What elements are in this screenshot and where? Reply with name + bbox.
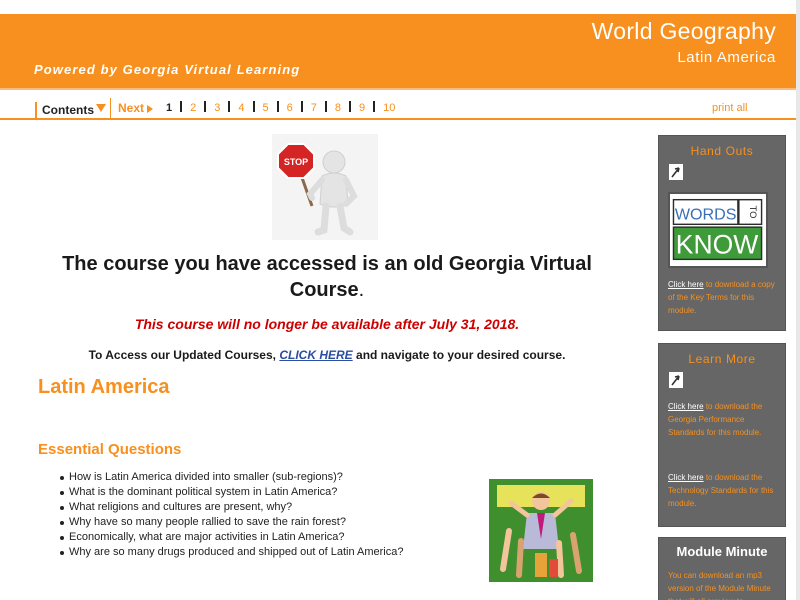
access-suffix: and navigate to your desired course. — [356, 348, 566, 362]
gps-click-here-link[interactable]: Click here — [668, 402, 704, 411]
access-prefix: To Access our Updated Courses, — [88, 348, 276, 362]
old-course-notice: The course you have accessed is an old G… — [40, 251, 614, 303]
availability-warning: This course will no longer be available … — [134, 316, 520, 332]
page-links: 1 2 3 4 5 6 7 8 9 10 — [166, 101, 395, 114]
stop-sign-figure: STOP — [272, 134, 378, 240]
header-divider — [0, 88, 796, 90]
nav-divider — [0, 118, 796, 120]
course-title: World Geography — [591, 18, 776, 44]
next-button[interactable]: Next — [118, 101, 144, 115]
powered-by-text: Powered by Georgia Virtual Learning — [34, 62, 301, 77]
page-link-1[interactable]: 1 — [166, 102, 172, 114]
page-separator — [228, 101, 231, 112]
page-link-2[interactable]: 2 — [190, 102, 196, 114]
handouts-title: Hand Outs — [690, 144, 754, 158]
window-scrollbar[interactable] — [796, 0, 800, 600]
cursor-icon — [669, 372, 683, 388]
page-link-10[interactable]: 10 — [383, 102, 395, 114]
click-here-link[interactable]: CLICK HERE — [279, 348, 352, 362]
page-link-9[interactable]: 9 — [359, 102, 365, 114]
chevron-down-icon[interactable] — [96, 104, 106, 112]
gps-description: Click here to download the Georgia Perfo… — [668, 402, 763, 437]
page-link-4[interactable]: 4 — [238, 102, 244, 114]
cursor-icon — [669, 164, 683, 180]
tech-standards-description: Click here to download the Technology St… — [668, 473, 774, 508]
stop-sign-label: STOP — [284, 157, 308, 167]
print-all-link[interactable]: print all — [712, 102, 747, 114]
module-minute-panel: Module Minute You can download an mp3 ve… — [658, 537, 786, 600]
contents-dropdown[interactable]: Contents — [42, 103, 94, 117]
handouts-panel: Hand Outs WORDS TO KNOW Click here to do… — [658, 135, 786, 331]
list-item: How is Latin America divided into smalle… — [59, 470, 403, 485]
learn-more-title: Learn More — [688, 352, 756, 366]
essential-questions-title: Essential Questions — [38, 441, 182, 458]
svg-text:KNOW: KNOW — [676, 230, 759, 260]
notice-title-period: . — [358, 279, 365, 301]
list-item: What religions and cultures are present,… — [59, 500, 403, 515]
notice-title-text: The course you have accessed is an old G… — [62, 253, 592, 301]
page-separator — [276, 101, 279, 112]
list-item: What is the dominant political system in… — [59, 485, 403, 500]
module-minute-title: Module Minute — [676, 544, 768, 559]
page-link-8[interactable]: 8 — [335, 102, 341, 114]
page-separator — [252, 101, 255, 112]
list-item: Why have so many people rallied to save … — [59, 515, 403, 530]
page-link-5[interactable]: 5 — [263, 102, 269, 114]
course-subtitle: Latin America — [677, 49, 776, 66]
page-separator — [373, 101, 376, 112]
raised-hands-illustration — [489, 479, 593, 582]
tech-click-here-link[interactable]: Click here — [668, 473, 704, 482]
page-link-6[interactable]: 6 — [287, 102, 293, 114]
site-header: World Geography Latin America Powered by… — [0, 14, 796, 88]
nav-separator — [110, 98, 111, 118]
list-item: Why are so many drugs produced and shipp… — [59, 546, 404, 558]
essential-questions-list: How is Latin America divided into smalle… — [59, 470, 404, 560]
page-separator — [324, 101, 327, 112]
svg-text:TO: TO — [747, 206, 758, 219]
page-separator — [300, 101, 303, 112]
page-separator — [204, 101, 207, 112]
handouts-description: Click here to download a copy of the Key… — [668, 280, 775, 315]
module-minute-description: You can download an mp3 version of the M… — [668, 571, 771, 600]
list-item: Economically, what are major activities … — [59, 530, 403, 545]
svg-text:WORDS: WORDS — [675, 206, 737, 224]
lesson-nav: Contents Next 1 2 3 4 5 6 7 8 9 10 print all — [0, 96, 796, 120]
words-to-know-image[interactable]: WORDS TO KNOW — [668, 192, 768, 268]
access-updated-courses: To Access our Updated Courses, CLICK HER… — [40, 348, 614, 362]
page-separator — [180, 101, 183, 112]
learn-more-panel: Learn More Click here to download the Ge… — [658, 343, 786, 527]
page-separator — [349, 101, 351, 112]
play-arrow-icon[interactable] — [147, 105, 153, 113]
page-link-7[interactable]: 7 — [311, 102, 317, 114]
page-link-3[interactable]: 3 — [214, 102, 220, 114]
section-title: Latin America — [38, 376, 170, 398]
handouts-click-here-link[interactable]: Click here — [668, 280, 704, 289]
